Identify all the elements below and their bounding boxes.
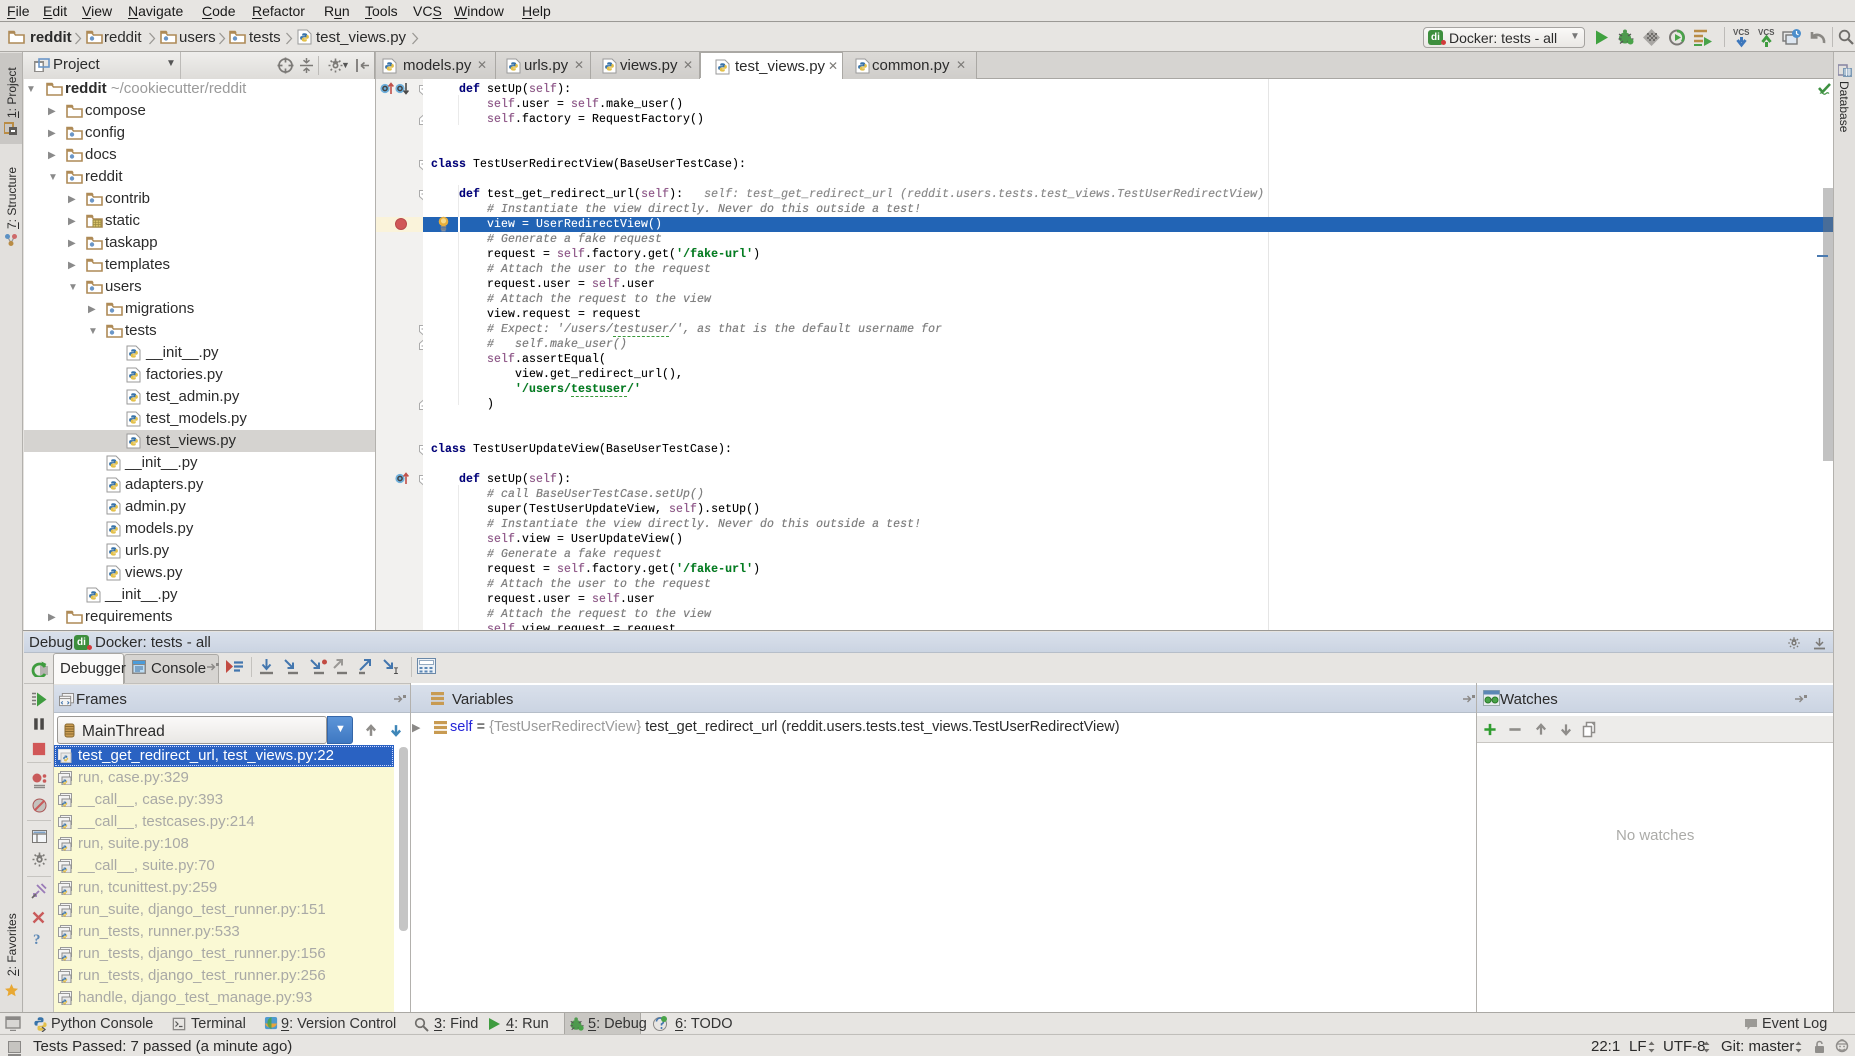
svg-text:VCS: VCS	[1733, 28, 1750, 37]
svg-text:?: ?	[33, 932, 41, 946]
svg-text:I: I	[393, 667, 399, 675]
